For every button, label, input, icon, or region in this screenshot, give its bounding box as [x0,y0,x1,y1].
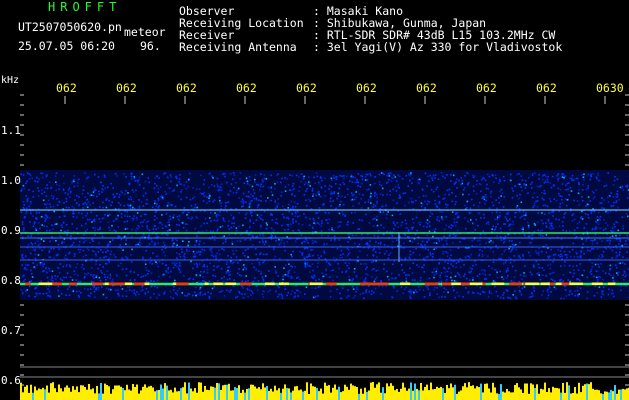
app-title: HROFFT [48,0,122,14]
spectrogram-panel [0,0,629,400]
time-label: 062 [476,81,497,95]
date-time: 25.07.05 06:20 [18,39,115,53]
frequency-unit: kHz [1,75,20,86]
meteor-tag: meteor [124,25,166,39]
time-label: 062 [176,81,197,95]
antenna-value: : 3el Yagi(V) Az 330 for Vladivostok [313,40,563,54]
spectrogram-noise [20,170,629,300]
freq-label: 0.9 [1,224,21,237]
time-label: 062 [416,81,437,95]
freq-label: 1.1 [1,124,21,137]
time-label: 062 [356,81,377,95]
freq-label: 1.0 [1,174,21,187]
time-label: 062 [56,81,77,95]
time-label: 062 [116,81,137,95]
freq-label: 0.7 [1,324,21,337]
file-name: UT2507050620.pn [18,20,122,34]
freq-label: 0.8 [1,274,21,287]
time-label: 0630 [596,81,624,95]
antenna-label: Receiving Antenna [179,40,297,54]
freq-label: 0.6 [1,374,21,387]
meteor-count: 96. [140,39,161,53]
time-label: 062 [536,81,557,95]
time-label: 062 [296,81,317,95]
time-label: 062 [236,81,257,95]
